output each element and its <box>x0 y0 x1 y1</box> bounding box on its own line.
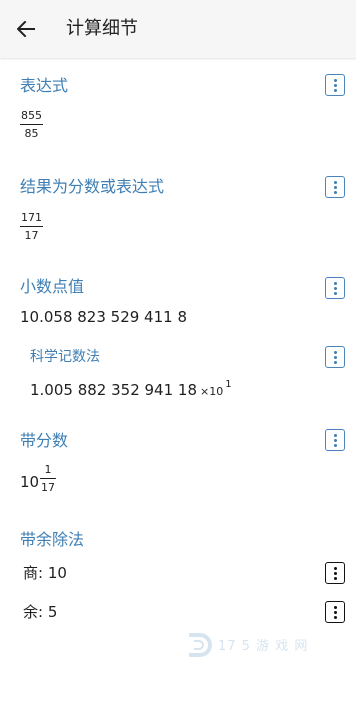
dot <box>333 190 337 194</box>
expression-menu-button[interactable] <box>325 74 345 96</box>
back-button[interactable] <box>13 16 39 42</box>
expression-numerator: 855 <box>21 109 42 122</box>
fraction-bar <box>40 478 56 479</box>
dot <box>333 576 337 580</box>
dot <box>333 605 337 609</box>
expression-fraction: 855 85 <box>20 109 43 140</box>
remainder-text: 余: 5 <box>23 603 58 621</box>
remainder-menu-button[interactable] <box>325 601 345 623</box>
dot <box>333 438 337 442</box>
scientific-menu-button[interactable] <box>325 346 345 368</box>
mixed-numerator: 1 <box>44 463 52 476</box>
result-numerator: 171 <box>21 211 42 224</box>
dot <box>333 571 337 575</box>
watermark-d-icon <box>189 633 212 657</box>
result-menu-button[interactable] <box>325 176 345 198</box>
dot <box>333 185 337 189</box>
dot <box>333 286 337 290</box>
decimal-menu-button[interactable] <box>325 277 345 299</box>
page-title: 计算细节 <box>66 18 138 39</box>
quotient-menu-button[interactable] <box>325 562 345 584</box>
dot <box>333 281 337 285</box>
scientific-title: 科学记数法 <box>30 349 100 365</box>
scientific-base: ×10 <box>200 385 224 398</box>
dot <box>333 610 337 614</box>
dot <box>333 180 337 184</box>
fraction-bar <box>20 226 43 227</box>
app-bar: 计算细节 <box>0 0 356 58</box>
expression-title: 表达式 <box>20 76 69 95</box>
dot <box>333 83 337 87</box>
division-title: 带余除法 <box>20 530 85 549</box>
dot <box>333 291 337 295</box>
result-title: 结果为分数或表达式 <box>20 177 165 196</box>
result-fraction: 171 17 <box>20 211 43 242</box>
dot <box>333 350 337 354</box>
scientific-mantissa: 1.005 882 352 941 18 <box>30 381 197 399</box>
scientific-value: 1.005 882 352 941 18 ×101 <box>30 378 232 401</box>
mixed-whole: 10 <box>20 473 40 491</box>
dot <box>333 355 337 359</box>
dot <box>333 360 337 364</box>
decimal-value: 10.058 823 529 411 8 <box>20 308 187 326</box>
scientific-exponent: 1 <box>225 379 232 390</box>
dot <box>333 566 337 570</box>
dot <box>333 615 337 619</box>
mixed-menu-button[interactable] <box>325 429 345 451</box>
quotient-text: 商: 10 <box>23 564 67 582</box>
dot <box>333 443 337 447</box>
dot <box>333 88 337 92</box>
watermark-text: 17 5 游 戏 网 <box>218 639 309 654</box>
fraction-bar <box>20 124 43 125</box>
expression-denominator: 85 <box>24 127 39 140</box>
watermark-logo: 17 5 游 戏 网 <box>186 631 316 661</box>
arrow-left-icon <box>17 21 35 37</box>
mixed-denominator: 17 <box>41 481 55 494</box>
mixed-fraction: 1 17 <box>40 463 56 494</box>
mixed-title: 带分数 <box>20 431 69 450</box>
dot <box>333 78 337 82</box>
decimal-title: 小数点值 <box>20 277 85 296</box>
result-denominator: 17 <box>24 229 39 242</box>
dot <box>333 433 337 437</box>
